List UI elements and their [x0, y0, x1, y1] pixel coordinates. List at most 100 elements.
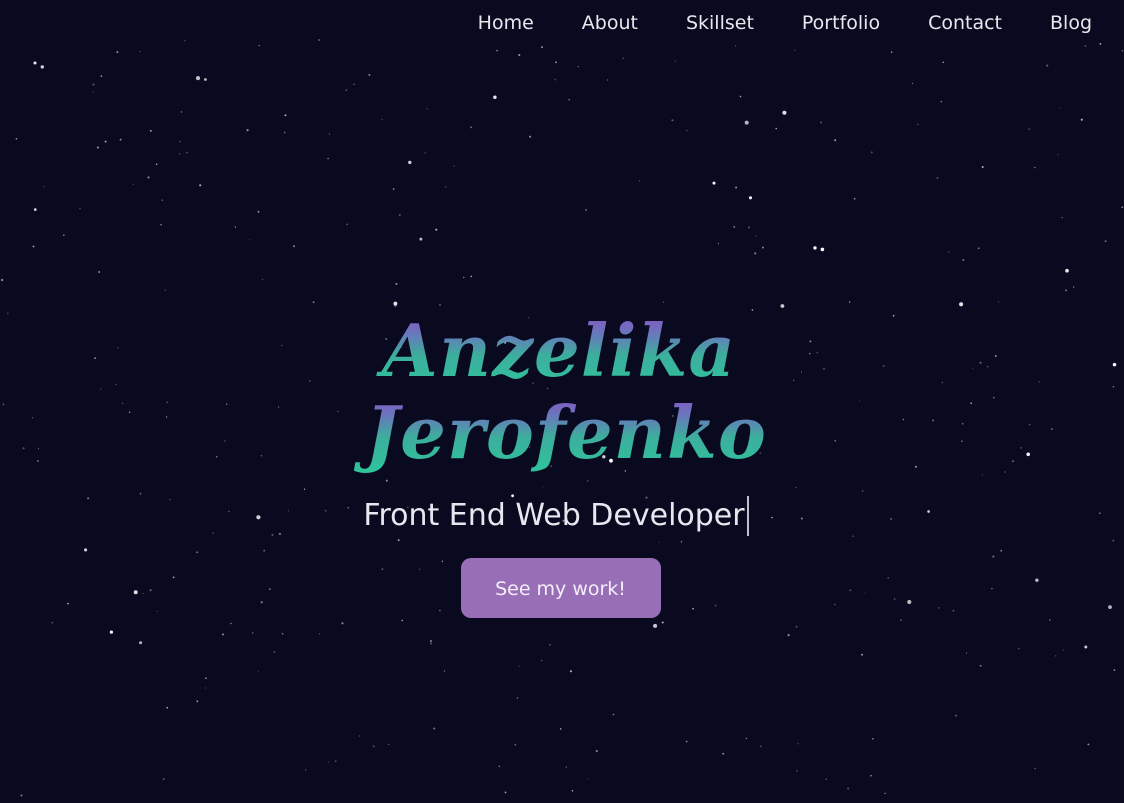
star	[166, 706, 169, 709]
star	[595, 749, 598, 753]
nav-item-blog[interactable]: Blog	[1050, 10, 1092, 36]
star	[281, 632, 284, 635]
star	[1046, 64, 1049, 67]
star	[997, 301, 1000, 303]
star	[435, 228, 438, 231]
star	[748, 226, 750, 229]
star	[794, 49, 796, 51]
star	[555, 61, 558, 64]
star	[568, 98, 571, 101]
star	[761, 246, 764, 249]
star	[671, 119, 674, 122]
star	[1034, 767, 1036, 770]
nav-item-contact[interactable]: Contact	[928, 10, 1002, 36]
star	[195, 76, 201, 81]
nav-item-home[interactable]: Home	[478, 10, 534, 36]
star	[398, 214, 401, 216]
star	[735, 186, 738, 189]
star	[559, 728, 562, 730]
star	[825, 778, 827, 780]
star	[518, 53, 521, 57]
star	[327, 761, 329, 763]
star	[739, 95, 742, 98]
star	[96, 146, 99, 149]
star	[977, 247, 980, 250]
star	[51, 622, 53, 624]
star	[393, 301, 398, 306]
star	[1057, 153, 1059, 156]
star	[304, 769, 307, 771]
star	[954, 714, 957, 717]
star	[161, 199, 163, 201]
star	[942, 61, 945, 64]
star	[424, 152, 426, 154]
star	[443, 670, 446, 672]
main-nav: Home About Skillset Portfolio Contact Bl…	[430, 10, 1092, 36]
star	[116, 51, 119, 54]
star	[1072, 286, 1075, 288]
star	[388, 743, 390, 745]
star	[196, 700, 199, 703]
star	[612, 713, 615, 716]
star	[959, 302, 964, 307]
star	[712, 181, 716, 185]
star	[186, 152, 188, 154]
star	[1049, 619, 1051, 621]
star	[445, 186, 447, 188]
star	[541, 659, 543, 662]
star	[292, 245, 296, 248]
star	[782, 110, 787, 115]
star	[178, 153, 181, 155]
nav-item-skillset[interactable]: Skillset	[686, 10, 754, 36]
star	[32, 245, 35, 248]
star	[981, 166, 984, 168]
star	[34, 208, 37, 211]
star	[936, 176, 939, 179]
star	[246, 129, 249, 132]
star	[180, 111, 183, 113]
star	[1080, 118, 1083, 121]
star	[100, 75, 103, 78]
star	[104, 140, 107, 143]
star	[965, 652, 967, 654]
star	[962, 258, 965, 262]
star	[98, 271, 101, 273]
star	[433, 727, 436, 730]
star	[204, 687, 206, 689]
star	[43, 185, 45, 188]
star	[1065, 289, 1067, 292]
star	[745, 737, 747, 740]
star	[184, 40, 186, 42]
nav-item-portfolio[interactable]: Portfolio	[802, 10, 880, 36]
star	[518, 665, 520, 667]
star	[162, 778, 165, 781]
star	[733, 226, 735, 228]
star	[392, 188, 395, 190]
star	[79, 207, 81, 210]
star	[92, 91, 94, 93]
cta-wrapper: See my work!	[0, 558, 1124, 618]
star	[258, 44, 260, 47]
star	[884, 792, 886, 795]
star	[529, 135, 532, 138]
star	[1059, 107, 1061, 109]
star	[795, 625, 798, 628]
star	[734, 45, 737, 47]
star	[870, 151, 873, 154]
star	[429, 642, 432, 645]
star	[1028, 128, 1031, 131]
see-my-work-button[interactable]: See my work!	[460, 558, 661, 618]
star	[283, 131, 286, 134]
star	[15, 138, 18, 140]
star	[661, 621, 664, 624]
star	[493, 95, 497, 100]
star	[462, 276, 465, 279]
hero-subtitle-text: Front End Web Developer	[363, 498, 745, 533]
star	[577, 66, 579, 68]
hero-last-name: Jerofenko	[8, 392, 1124, 474]
star	[327, 157, 329, 160]
star	[1121, 206, 1123, 208]
star	[139, 51, 141, 53]
star	[312, 301, 315, 304]
nav-item-about[interactable]: About	[582, 10, 638, 36]
